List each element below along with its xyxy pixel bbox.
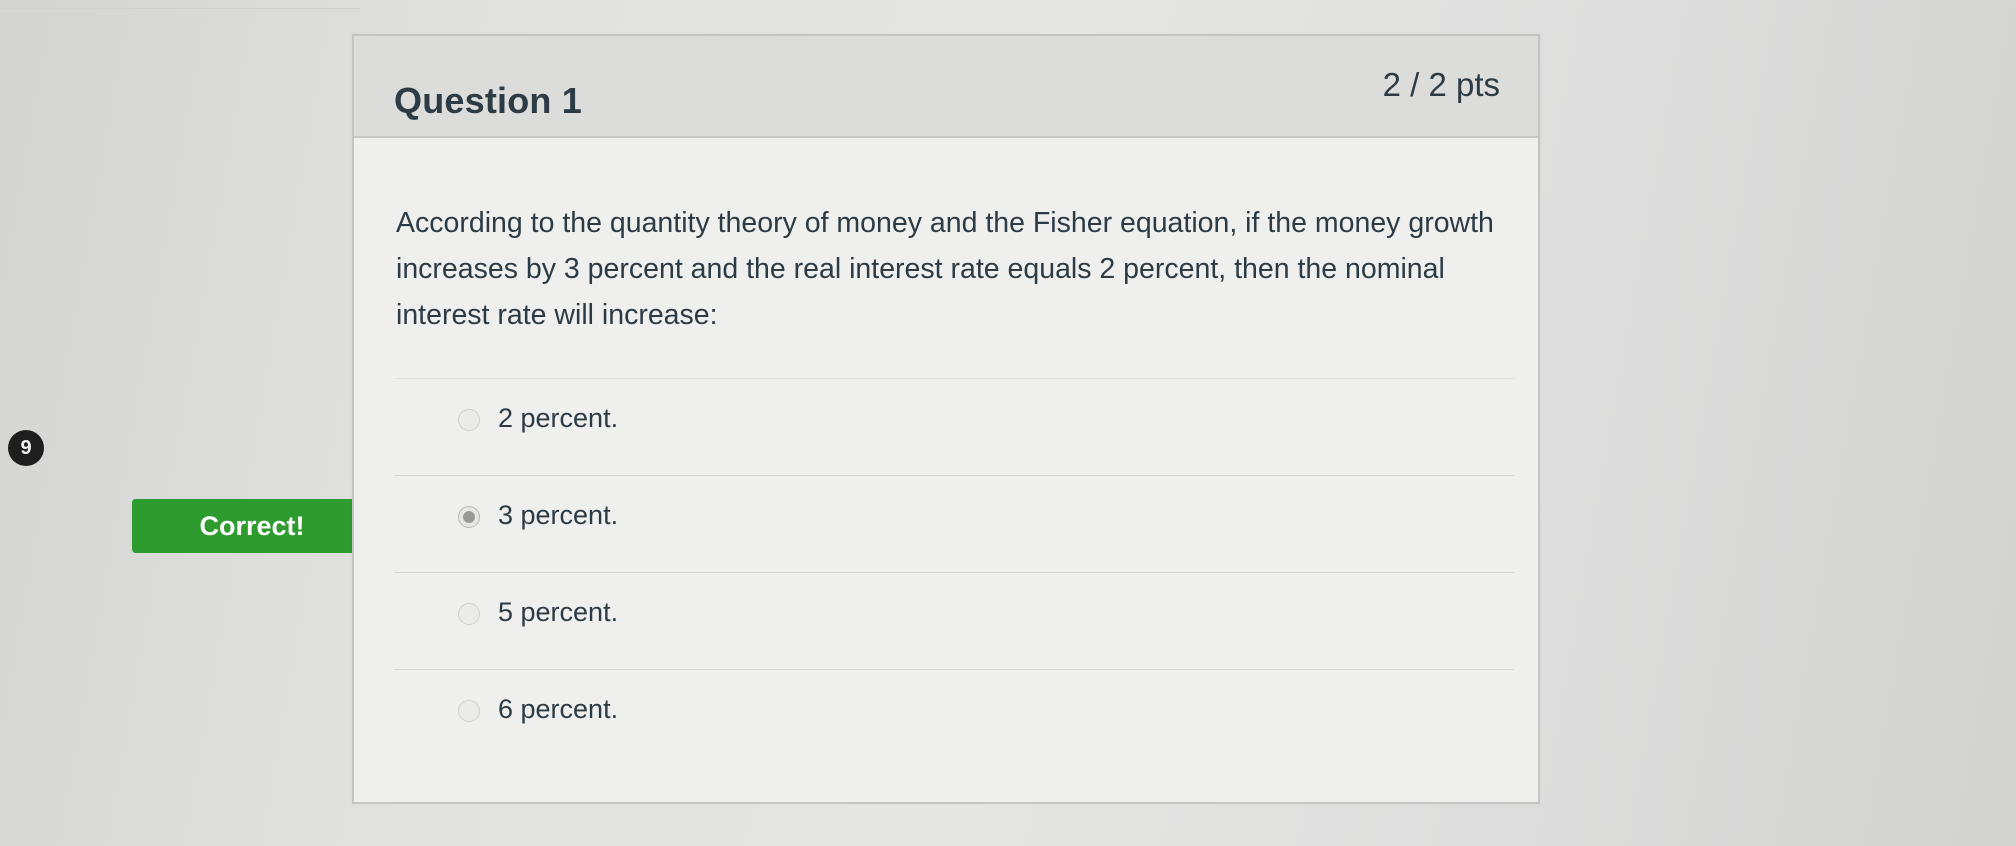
answer-label: 5 percent. [498, 597, 619, 627]
question-title: Question 1 [394, 80, 583, 121]
answer-option[interactable]: 6 percent. [394, 669, 1514, 766]
question-points: 2 / 2 pts [1382, 66, 1500, 103]
question-card: Question 1 2 / 2 pts According to the qu… [352, 34, 1540, 804]
answer-option[interactable]: 3 percent. [394, 475, 1514, 572]
answer-label: 6 percent. [498, 694, 619, 724]
correct-answer-flag: Correct! [132, 499, 386, 553]
correct-label: Correct! [199, 511, 305, 541]
question-text: According to the quantity theory of mone… [396, 207, 1494, 331]
divider-line [0, 8, 360, 9]
question-number-badge: 9 [8, 430, 44, 466]
answer-label: 3 percent. [498, 500, 619, 530]
radio-button[interactable] [458, 409, 480, 431]
answer-label: 2 percent. [498, 403, 619, 433]
question-header: Question 1 2 / 2 pts [354, 36, 1538, 138]
answer-list: 2 percent. 3 percent. 5 percent. 6 perce… [394, 378, 1514, 766]
radio-button[interactable] [458, 603, 480, 625]
answer-option[interactable]: 5 percent. [394, 572, 1514, 669]
radio-button[interactable] [458, 700, 480, 722]
radio-button-selected[interactable] [458, 506, 480, 528]
answer-option[interactable]: 2 percent. [394, 378, 1514, 475]
